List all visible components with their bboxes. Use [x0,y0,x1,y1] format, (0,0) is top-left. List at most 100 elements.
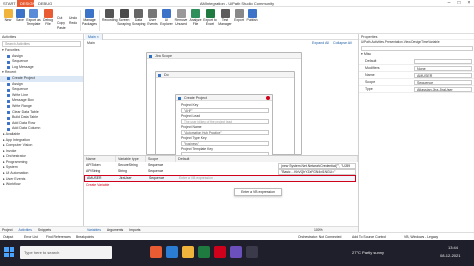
activities-search-input[interactable]: Search Activities [2,41,81,47]
manage-packages-button[interactable]: Manage Packages [82,8,97,33]
field-label: Project Lead [181,114,201,118]
save-button[interactable]: Save [14,8,26,33]
create-variable-link[interactable]: Create Variable [84,183,124,189]
title-bar: START DESIGN DEBUG AMIntegration - UiPat… [0,0,474,7]
var-name[interactable]: AMUSER [85,176,117,182]
undo-button[interactable]: Undo [69,16,77,20]
data-scraping-button[interactable]: Data Scraping [132,8,145,33]
uipath-taskbar-icon[interactable] [150,246,162,258]
project-type-key-input[interactable]: "business" [181,141,269,146]
edge-taskbar-icon[interactable] [166,246,178,258]
breadcrumb-main[interactable]: Main [87,40,95,47]
maximize-icon[interactable]: □ [454,0,464,7]
col-header-name[interactable]: Name [84,156,116,162]
col-header-scope[interactable]: Scope [146,156,176,162]
recording-button[interactable]: Recording [102,8,117,33]
list-item[interactable]: Add Data Column [0,126,83,132]
redo-button[interactable]: Redo [69,21,77,25]
create-project-activity[interactable]: Create Project Project Key "AHF" Project… [175,94,273,157]
var-scope[interactable]: Sequence [147,176,177,182]
var-name[interactable]: APIString [84,169,116,175]
properties-search-input[interactable] [361,46,473,51]
export-template-button[interactable]: Export as Template [26,8,41,33]
excel-taskbar-icon[interactable] [198,246,210,258]
clock-date[interactable]: 08-12-2021 [440,253,460,258]
prop-row[interactable]: Modifiers None [359,65,474,72]
prop-type-select[interactable]: Atlassian.Jira.JiraUser [414,86,472,92]
expand-all-link[interactable]: Expand All [312,40,329,47]
prop-row[interactable]: Type Atlassian.Jira.JiraUser [359,86,474,93]
var-type[interactable]: SecureString [116,163,146,169]
teams-taskbar-icon[interactable] [230,246,242,258]
debug-file-button[interactable]: Debug File [41,8,55,33]
cut-button[interactable]: Cut [57,16,62,20]
project-lead-input[interactable]: The user id/key of the project lead [181,119,269,124]
recording-icon [104,9,114,18]
screen-scraping-button[interactable]: Screen Scraping [117,8,131,33]
do-sequence[interactable]: Do Create Project Project Key "AHF" Proj… [155,71,295,157]
folder-taskbar-icon[interactable] [182,246,194,258]
prop-row[interactable]: Name AMUSER [359,72,474,79]
prop-row[interactable]: Scope Sequence [359,79,474,86]
status-bar: Output Error List Find References Breakp… [0,232,474,240]
col-header-type[interactable]: Variable type [116,156,146,162]
new-button[interactable]: New [2,8,14,33]
close-icon[interactable]: × [464,0,474,7]
remove-unused-button[interactable]: Remove Unused [174,8,188,33]
collapse-all-link[interactable]: Collapse All [333,40,352,47]
prop-row[interactable]: Default [359,58,474,65]
debug-icon [43,9,53,18]
taskbar-search-input[interactable]: Type here to search [20,246,112,259]
breadcrumb: Main Expand All Collapse All [84,40,358,47]
ribbon-toolbar: New Save Export as Template Debug File C… [0,7,474,34]
var-default[interactable]: "Basic ...KbVQhYZzFGN4xl1NGU=" [278,169,356,175]
table-row-selected[interactable]: AMUSER JiraUser Sequence Enter a VB expr… [84,175,356,182]
test-manager-button[interactable]: Test Manager [218,8,232,33]
minimize-icon[interactable]: – [444,0,454,7]
properties-section: UiPath.Activities.Presentation.View.Desi… [361,40,440,44]
misc-category[interactable]: ▾ Misc [361,52,371,56]
var-scope[interactable]: Sequence [146,163,176,169]
save-icon [15,9,25,18]
designer-canvas[interactable]: Jira Scope Do Create Project Project Key… [84,47,358,157]
activities-tree: ▾ Favorites Assign Sequence Log Message … [0,48,83,188]
prop-name-input[interactable]: AMUSER [414,72,472,78]
publish-button[interactable]: Publish [246,8,258,33]
prop-modifiers-select[interactable]: None [414,65,472,71]
app-taskbar-icon[interactable] [246,246,258,258]
data-scraping-icon [134,9,143,18]
var-scope[interactable]: Sequence [146,169,176,175]
test-manager-icon [220,9,230,18]
jira-scope-activity[interactable]: Jira Scope Do Create Project Project Key… [146,52,302,157]
excel-icon [205,9,215,18]
project-name-input[interactable]: "Automation Hub Practice" [181,130,269,135]
export-excel-button[interactable]: Export to Excel [203,8,217,33]
packages-icon [85,9,94,18]
user-events-button[interactable]: User Events [146,8,159,33]
col-header-default[interactable]: Default [176,156,358,162]
paste-button[interactable]: Paste [57,26,66,30]
weather-status[interactable]: 27°C Partly sunny [352,250,384,255]
var-name[interactable]: APIToken [84,163,116,169]
export-button[interactable]: Export [233,8,245,33]
window-title: AMIntegration - UiPath Studio Community [199,1,275,6]
var-type[interactable]: JiraUser [117,176,147,182]
var-default-input[interactable]: Enter a VB expression [177,176,355,182]
chrome-taskbar-icon[interactable] [214,246,226,258]
properties-panel: Properties UiPath.Activities.Presentatio… [358,34,474,232]
windows-start-icon[interactable] [4,247,14,257]
field-label: Project Template Key [181,147,213,151]
ui-explorer-button[interactable]: UI Explorer [160,8,173,33]
field-label: Project Type Key [181,136,207,140]
export-icon [234,9,244,18]
analyze-file-button[interactable]: Analyze File [189,8,202,33]
prop-scope-select[interactable]: Sequence [414,79,472,85]
var-default[interactable]: (new System.Net.NetworkCredential("", "U… [278,163,356,169]
clock-time[interactable]: 13:44 [448,245,458,250]
prop-default-input[interactable] [414,58,472,64]
var-type[interactable]: String [116,169,146,175]
list-item[interactable]: Log Message [0,65,83,71]
project-key-input[interactable]: "AHF" [181,108,269,113]
group-item[interactable]: ▸ Workflow [0,182,83,188]
copy-button[interactable]: Copy [57,21,65,25]
